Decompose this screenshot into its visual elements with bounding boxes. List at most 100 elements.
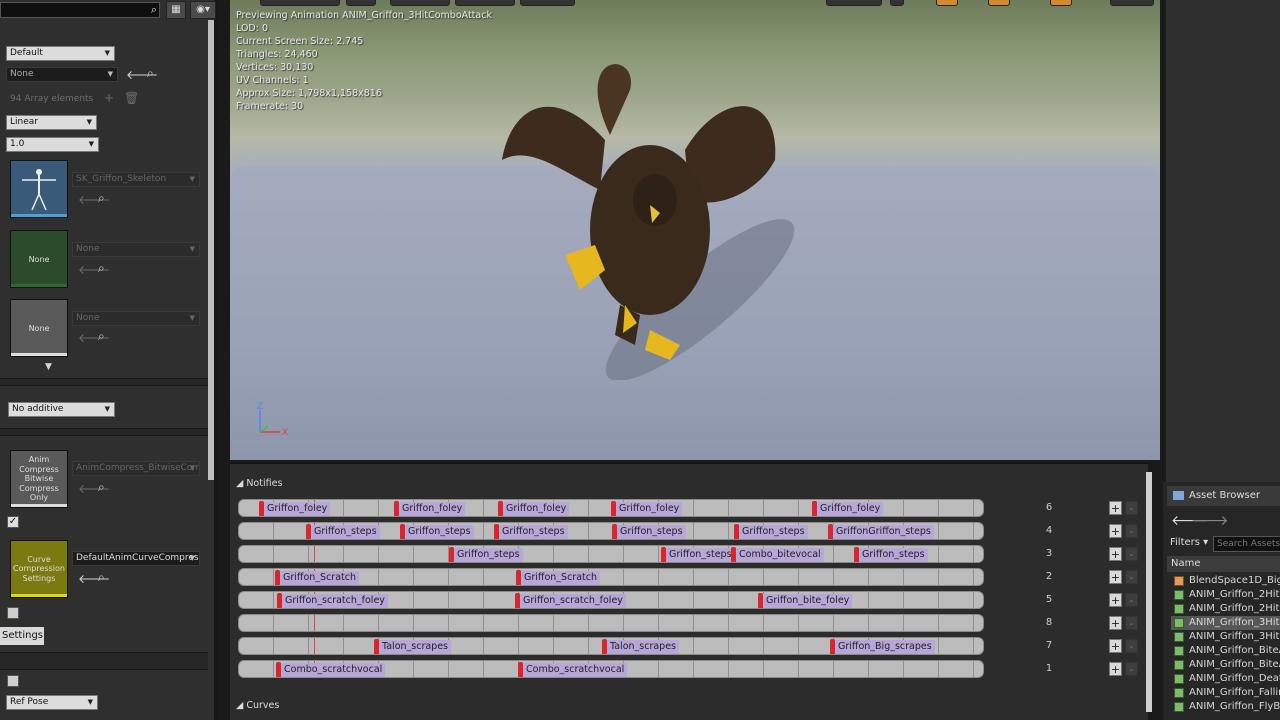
notify-event[interactable]: Griffon_steps [306, 524, 380, 539]
notify-track[interactable]: Griffon_Scratch Griffon_Scratch [238, 568, 984, 586]
viewport-menu-button[interactable] [455, 0, 515, 6]
rate-scale-field[interactable]: 1.0 [6, 137, 99, 152]
search-icon[interactable]: ⌕ [98, 570, 105, 585]
notify-event[interactable]: Griffon_bite_foley [757, 593, 853, 608]
asset-list-item[interactable]: ANIM_Griffon_BiteA [1171, 644, 1280, 658]
add-track-button[interactable]: + [1109, 639, 1122, 653]
forward-arrow-icon[interactable]: 🡒 [1191, 512, 1229, 529]
notify-event[interactable]: Griffon_foley [393, 501, 466, 516]
trash-icon[interactable]: 🗑 [124, 91, 139, 105]
preview-pose-dropdown[interactable]: Default [6, 46, 115, 61]
details-search-input[interactable]: ⌕ [0, 2, 160, 18]
retarget-source-dropdown[interactable]: None [6, 67, 118, 82]
option-checkbox[interactable] [7, 675, 19, 687]
remove-track-button[interactable]: - [1125, 639, 1138, 653]
notify-event[interactable]: Combo_scratchvocal [275, 662, 386, 677]
notify-track[interactable]: Griffon_steps Griffon_steps Griffon_steps G… [238, 522, 984, 540]
add-track-button[interactable]: + [1109, 616, 1122, 630]
preview-viewport[interactable]: Previewing Animation ANIM_Griffon_3HitCo… [230, 0, 1160, 460]
notifies-header[interactable]: ◢ Notifies [236, 478, 282, 489]
curves-header[interactable]: ◢ Curves [236, 700, 279, 711]
grid-view-icon[interactable]: ▦ [166, 1, 186, 19]
arrow-left-icon[interactable]: 🡐 [78, 192, 110, 207]
remove-track-button[interactable]: - [1125, 501, 1138, 515]
viewport-menu-button[interactable] [260, 0, 340, 6]
name-column-header[interactable]: Name [1167, 556, 1280, 572]
asset-list-item[interactable]: ANIM_Griffon_2HitC [1171, 602, 1280, 616]
filters-button[interactable]: Filters ▾ [1170, 537, 1208, 548]
notify-event[interactable]: Griffon_steps [400, 524, 474, 539]
asset-thumbnail-none-2[interactable]: None [10, 299, 68, 357]
search-icon[interactable]: ⌕ [98, 329, 105, 344]
remove-track-button[interactable]: - [1125, 593, 1138, 607]
viewport-toolbar-button[interactable] [826, 0, 882, 6]
arrow-left-icon[interactable]: 🡐 [78, 481, 110, 496]
viewport-toolbar-button[interactable] [1110, 0, 1154, 6]
viewport-menu-button[interactable] [346, 0, 376, 6]
asset-list-item[interactable]: ANIM_Griffon_Death [1171, 672, 1280, 686]
notify-event[interactable]: Griffon_foley [258, 501, 331, 516]
asset-list-item[interactable]: ANIM_Griffon_3HitC [1171, 616, 1280, 630]
remove-track-button[interactable]: - [1125, 524, 1138, 538]
notify-event[interactable]: Combo_scratchvocal [517, 662, 628, 677]
search-icon[interactable]: ⌕ [98, 261, 105, 276]
notify-event[interactable]: Talon_scrapes [374, 639, 451, 654]
anim-compress-dropdown[interactable]: AnimCompress_BitwiseCompressOnly [72, 461, 200, 476]
notify-track[interactable]: Griffon_steps Griffon_steps Combo_bitevoca… [238, 545, 984, 563]
asset-list-item[interactable]: ANIM_Griffon_BiteA [1171, 658, 1280, 672]
remove-track-button[interactable]: - [1125, 570, 1138, 584]
asset-dropdown-1[interactable]: None [72, 242, 200, 257]
add-icon[interactable]: + [104, 91, 114, 105]
ref-pose-dropdown[interactable]: Ref Pose [6, 695, 98, 710]
add-track-button[interactable]: + [1109, 570, 1122, 584]
viewport-menu-button[interactable] [520, 0, 575, 6]
timeline-scrollbar[interactable] [1146, 472, 1152, 712]
arrow-left-icon[interactable]: 🡐 [78, 262, 110, 277]
curve-compress-dropdown[interactable]: DefaultAnimCurveCompressionSettings [72, 551, 200, 566]
curve-compress-thumbnail[interactable]: Curve Compression Settings [10, 540, 68, 598]
asset-list-item[interactable]: ANIM_Griffon_FlyBa [1171, 700, 1280, 714]
remove-track-button[interactable]: - [1125, 547, 1138, 561]
asset-list-item[interactable]: BlendSpace1D_Big [1171, 574, 1280, 588]
notify-event[interactable]: Griffon_steps [734, 524, 808, 539]
notify-event[interactable]: Talon_scrapes [602, 639, 679, 654]
option-checkbox[interactable] [7, 607, 19, 619]
notify-event[interactable]: Griffon_Scratch [275, 570, 359, 585]
notify-event[interactable]: Griffon_steps [494, 524, 568, 539]
skeleton-thumbnail[interactable] [10, 160, 68, 218]
viewport-toolbar-button[interactable] [890, 0, 904, 6]
add-track-button[interactable]: + [1109, 547, 1122, 561]
notify-event[interactable]: Griffon_foley [610, 501, 683, 516]
notify-track[interactable]: Griffon_foley Griffon_foley Griffon_foley G… [238, 499, 984, 517]
skeleton-dropdown[interactable]: SK_Griffon_Skeleton [72, 172, 200, 187]
details-scrollbar[interactable] [208, 20, 214, 480]
search-icon[interactable]: ⌕ [147, 66, 154, 81]
notify-event[interactable]: Combo_bitevocal [731, 547, 824, 562]
notify-track[interactable]: Griffon_scratch_foley Griffon_scratch_fol… [238, 591, 984, 609]
asset-dropdown-2[interactable]: None [72, 311, 200, 326]
asset-search-input[interactable]: Search Assets [1213, 536, 1280, 552]
expand-arrow-icon[interactable]: ▼ [45, 362, 52, 372]
settings-tab[interactable]: Settings [0, 627, 44, 645]
notify-event[interactable]: Griffon_foley [497, 501, 570, 516]
notify-event[interactable]: Griffon_steps [854, 547, 928, 562]
notify-event[interactable]: Griffon_steps [449, 547, 523, 562]
search-icon[interactable]: ⌕ [151, 3, 157, 17]
notify-track[interactable]: Talon_scrapes Talon_scrapes Griffon_Big_sc… [238, 637, 984, 655]
asset-list-item[interactable]: ANIM_Griffon_Fallin [1171, 686, 1280, 700]
notify-event[interactable]: GriffonGriffon_steps [828, 524, 934, 539]
notify-event[interactable]: Griffon_steps [612, 524, 686, 539]
notify-event[interactable]: Griffon_steps [661, 547, 735, 562]
viewport-toolbar-button[interactable] [988, 0, 1010, 6]
add-track-button[interactable]: + [1109, 662, 1122, 676]
asset-browser-tab[interactable]: Asset Browser [1167, 486, 1280, 506]
notify-event[interactable]: Griffon_foley [811, 501, 884, 516]
eye-icon[interactable]: ◉▾ [190, 1, 216, 19]
notify-event[interactable]: Griffon_Scratch [516, 570, 600, 585]
viewport-menu-button[interactable] [390, 0, 450, 6]
search-icon[interactable]: ⌕ [98, 191, 105, 206]
asset-list-item[interactable]: ANIM_Griffon_3HitC [1171, 630, 1280, 644]
asset-thumbnail-none-1[interactable]: None [10, 230, 68, 288]
interpolation-dropdown[interactable]: Linear [6, 115, 97, 130]
add-track-button[interactable]: + [1109, 593, 1122, 607]
